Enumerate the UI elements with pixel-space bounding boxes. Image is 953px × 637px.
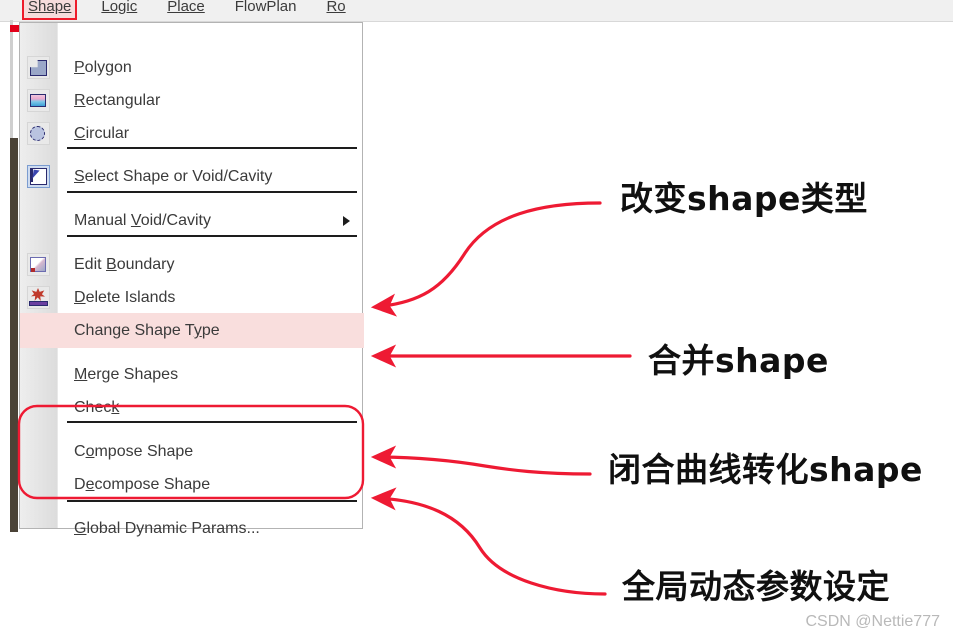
annotation-arrow-3 xyxy=(370,445,592,476)
circular-icon xyxy=(27,122,50,145)
delete-islands-icon xyxy=(27,286,50,309)
menu-item-edit-boundary-label: Edit Boundary xyxy=(74,256,175,273)
menu-item-global-dynamic-params[interactable]: Global Dynamic Params... xyxy=(20,512,364,545)
menu-item-check-label: Check xyxy=(74,399,120,416)
window-edge-red-marker xyxy=(10,25,19,32)
annotation-label-change-shape-type: 改变shape类型 xyxy=(620,179,868,218)
application-menu-bar: Shape Logic Place FlowPlan Ro xyxy=(0,0,953,22)
menu-item-rectangular-label: Rectangular xyxy=(74,92,161,109)
select-shape-icon xyxy=(27,165,50,188)
menubar-item-flowplan-label: FlowPlan xyxy=(234,0,297,15)
menu-item-manual-void-cavity-label: Manual Void/Cavity xyxy=(74,212,211,229)
chevron-right-icon xyxy=(343,216,350,226)
menu-item-global-dynamic-params-label: Global Dynamic Params... xyxy=(74,520,260,537)
watermark: CSDN @Nettie777 xyxy=(805,613,940,630)
shape-dropdown-menu: Polygon Rectangular Circular Select Shap… xyxy=(19,22,364,537)
menu-item-compose-shape-label: Compose Shape xyxy=(74,443,194,460)
annotation-label-global-dynamic-params: 全局动态参数设定 xyxy=(622,567,890,606)
menubar-item-route-label: Ro xyxy=(326,0,346,15)
menu-item-manual-void-cavity[interactable]: Manual Void/Cavity xyxy=(20,204,364,237)
menubar-item-logic[interactable]: Logic xyxy=(95,0,143,20)
menu-item-compose-shape[interactable]: Compose Shape xyxy=(20,435,364,468)
menu-item-change-shape-type[interactable]: Change Shape Type xyxy=(20,313,364,348)
rectangular-icon xyxy=(27,89,50,112)
menubar-item-place-label: Place xyxy=(167,0,205,15)
menu-item-check[interactable]: Check xyxy=(20,391,364,424)
menu-item-select-shape-label: Select Shape or Void/Cavity xyxy=(74,168,273,185)
menu-item-edit-boundary[interactable]: Edit Boundary xyxy=(20,248,364,281)
menu-item-delete-islands[interactable]: Delete Islands xyxy=(20,281,364,314)
menu-item-merge-shapes[interactable]: Merge Shapes xyxy=(20,358,364,391)
menu-item-change-shape-type-label: Change Shape Type xyxy=(74,322,220,339)
menu-item-circular-label: Circular xyxy=(74,125,130,142)
menu-item-rectangular[interactable]: Rectangular xyxy=(20,84,364,117)
annotation-label-merge-shape: 合并shape xyxy=(648,341,829,380)
menubar-item-shape[interactable]: Shape xyxy=(22,0,78,20)
menu-item-merge-shapes-label: Merge Shapes xyxy=(74,366,179,383)
menubar-item-logic-label: Logic xyxy=(101,0,138,15)
menu-item-polygon[interactable]: Polygon xyxy=(20,51,364,84)
menu-item-delete-islands-label: Delete Islands xyxy=(74,289,176,306)
menu-item-select-shape-or-void-cavity[interactable]: Select Shape or Void/Cavity xyxy=(20,160,364,193)
menu-item-decompose-shape[interactable]: Decompose Shape xyxy=(20,468,364,501)
annotation-label-compose-shape: 闭合曲线转化shape xyxy=(608,450,923,489)
menu-item-decompose-shape-label: Decompose Shape xyxy=(74,476,211,493)
menubar-item-route[interactable]: Ro xyxy=(320,0,351,20)
polygon-icon xyxy=(27,56,50,79)
edit-boundary-icon xyxy=(27,253,50,276)
screenshot-root: Shape Logic Place FlowPlan Ro Polygon Re… xyxy=(0,0,953,637)
menu-item-polygon-label: Polygon xyxy=(74,59,132,76)
annotation-arrow-4 xyxy=(370,487,607,596)
annotation-arrow-1 xyxy=(370,201,602,317)
menubar-item-flowplan[interactable]: FlowPlan xyxy=(229,0,303,20)
menubar-item-place[interactable]: Place xyxy=(161,0,211,20)
window-edge-dark xyxy=(10,138,18,532)
window-edge-light xyxy=(10,20,13,140)
menu-item-circular[interactable]: Circular xyxy=(20,117,364,150)
menubar-item-shape-label: Shape xyxy=(28,0,72,15)
